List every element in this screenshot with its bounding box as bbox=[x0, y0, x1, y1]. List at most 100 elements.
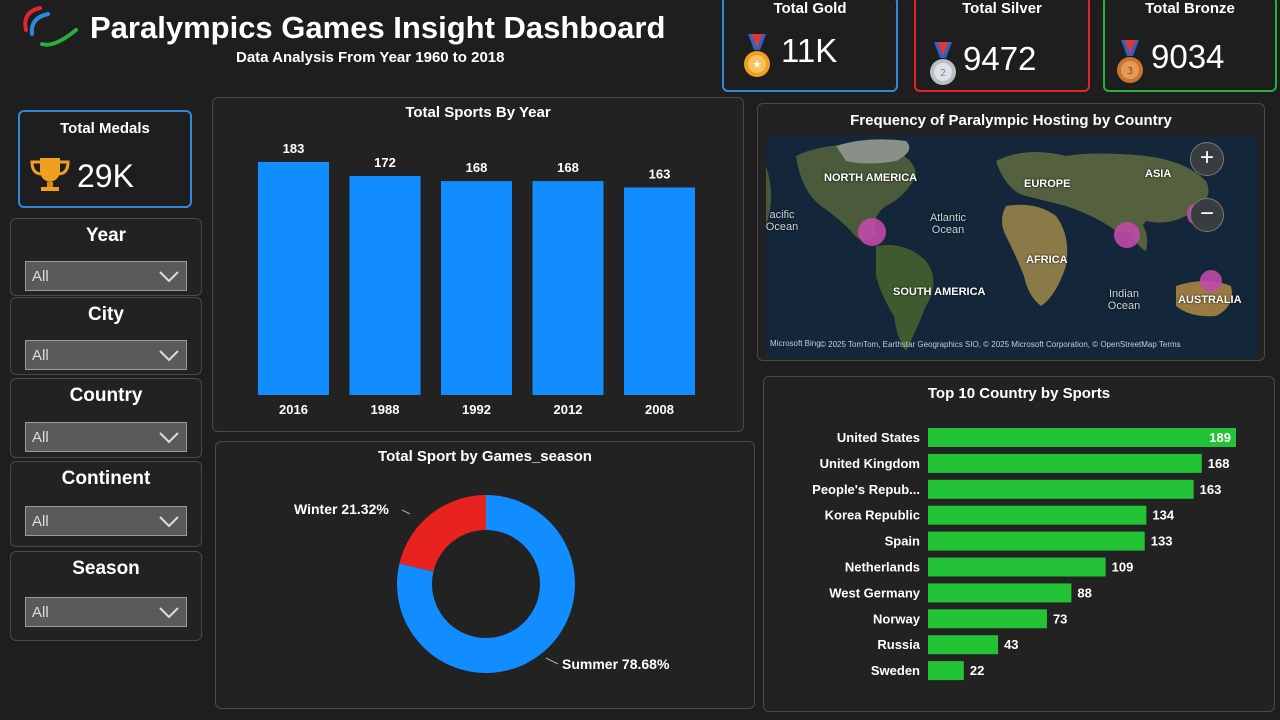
hbar-value-label: 134 bbox=[1152, 508, 1174, 523]
bar-value-label: 168 bbox=[557, 160, 579, 175]
bar-1988[interactable] bbox=[349, 176, 421, 395]
hbar-value-label: 22 bbox=[970, 663, 984, 678]
map-label-australia: AUSTRALIA bbox=[1178, 294, 1242, 306]
season-dropdown-value: All bbox=[32, 604, 49, 621]
year-slicer-title: Year bbox=[85, 225, 127, 246]
continent-dropdown[interactable]: All bbox=[25, 506, 187, 536]
svg-text:2: 2 bbox=[940, 68, 946, 79]
donut-label-winter: Winter 21.32% bbox=[294, 501, 389, 517]
country-label: United Kingdom bbox=[820, 456, 920, 471]
x-tick-label: 1992 bbox=[462, 402, 491, 417]
donut-slice-winter[interactable] bbox=[399, 495, 486, 572]
hbar-value-label: 109 bbox=[1112, 560, 1134, 575]
sport-by-season-chart: Winter 21.32% Summer 78.68% bbox=[294, 495, 670, 673]
season-slicer: Season All bbox=[10, 551, 202, 641]
hbar-value-label: 133 bbox=[1151, 534, 1173, 549]
city-dropdown-value: All bbox=[32, 347, 49, 364]
chevron-down-icon bbox=[159, 350, 179, 362]
minus-icon: − bbox=[1199, 200, 1214, 227]
page-title: Paralympics Games Insight Dashboard bbox=[90, 10, 666, 45]
continent-slicer-title: Continent bbox=[61, 468, 151, 489]
map-attribution[interactable]: © 2025 TomTom, Earthstar Geographics SIO… bbox=[820, 340, 1181, 349]
continent-slicer: Continent All bbox=[10, 461, 202, 547]
world-map-image bbox=[766, 136, 1258, 358]
zoom-out-button[interactable]: − bbox=[1190, 198, 1224, 232]
year-dropdown[interactable]: All bbox=[25, 261, 187, 291]
bar-value-label: 183 bbox=[283, 141, 305, 156]
top-countries-chart: United States 189 United Kingdom 168 People'… bbox=[812, 428, 1236, 681]
hbar-7[interactable] bbox=[928, 609, 1047, 629]
country-label: Sweden bbox=[871, 663, 920, 678]
hosting-map-panel: Frequency of Paralympic Hosting by Count… bbox=[757, 103, 1265, 361]
chevron-down-icon bbox=[159, 607, 179, 619]
season-dropdown[interactable]: All bbox=[25, 597, 187, 627]
country-dropdown-value: All bbox=[32, 429, 49, 446]
hbar-3[interactable] bbox=[928, 505, 1147, 525]
sport-by-season-panel: Total Sport by Games_season Winter 21.32… bbox=[215, 441, 755, 709]
total-bronze-label: Total Bronze bbox=[1145, 0, 1235, 17]
hbar-8[interactable] bbox=[928, 635, 999, 655]
country-slicer: Country All bbox=[10, 378, 202, 458]
country-label: Korea Republic bbox=[825, 508, 920, 523]
country-label: United States bbox=[837, 430, 920, 445]
continent-dropdown-value: All bbox=[32, 513, 49, 530]
leader-line bbox=[545, 657, 559, 665]
sports-by-year-chart: 183 2016 172 1988 168 1992 168 2012 163 2008 bbox=[258, 141, 695, 417]
hbar-5[interactable] bbox=[928, 557, 1106, 577]
bar-value-label: 168 bbox=[466, 160, 488, 175]
city-dropdown[interactable]: All bbox=[25, 340, 187, 370]
bar-value-label: 163 bbox=[649, 166, 671, 181]
bar-1992[interactable] bbox=[441, 181, 512, 395]
total-silver-card[interactable]: Total Silver 2 9472 bbox=[914, 0, 1090, 92]
country-label: West Germany bbox=[829, 585, 921, 600]
chevron-down-icon bbox=[159, 271, 179, 283]
total-gold-label: Total Gold bbox=[773, 0, 847, 17]
map-label-indian: Indian Ocean bbox=[1107, 288, 1141, 312]
hbar-2[interactable] bbox=[928, 479, 1194, 499]
bronze-medal-icon: 3 bbox=[1115, 40, 1145, 91]
total-medals-card[interactable]: Total Medals 29K bbox=[18, 110, 192, 208]
leader-line bbox=[401, 509, 411, 515]
zoom-in-button[interactable]: + bbox=[1190, 142, 1224, 176]
map-label-europe: EUROPE bbox=[1024, 178, 1071, 190]
bar-2008[interactable] bbox=[624, 187, 695, 395]
hbar-9[interactable] bbox=[928, 661, 964, 681]
country-label: Spain bbox=[885, 534, 920, 549]
page-subtitle: Data Analysis From Year 1960 to 2018 bbox=[236, 49, 505, 66]
country-label: People's Repub... bbox=[812, 482, 920, 497]
hbar-6[interactable] bbox=[928, 583, 1072, 603]
hbar-value-label: 163 bbox=[1200, 482, 1222, 497]
country-dropdown[interactable]: All bbox=[25, 422, 187, 452]
bar-2016[interactable] bbox=[258, 162, 329, 395]
hbar-4[interactable] bbox=[928, 531, 1145, 551]
city-slicer-title: City bbox=[88, 304, 124, 325]
gold-medal-icon: ★ bbox=[742, 34, 772, 85]
bar-2012[interactable] bbox=[532, 181, 604, 395]
x-tick-label: 2012 bbox=[554, 402, 583, 417]
total-bronze-value: 9034 bbox=[1151, 38, 1225, 75]
sports-by-year-panel: Total Sports By Year 183 2016 172 1988 168 19… bbox=[212, 97, 744, 432]
plus-icon: + bbox=[1199, 144, 1214, 171]
svg-text:★: ★ bbox=[752, 58, 762, 71]
hosting-bubble[interactable] bbox=[1114, 222, 1140, 248]
total-bronze-card[interactable]: Total Bronze 3 9034 bbox=[1103, 0, 1277, 92]
world-map[interactable]: NORTH AMERICA EUROPE ASIA AFRICA SOUTH A… bbox=[766, 136, 1258, 358]
total-silver-label: Total Silver bbox=[962, 0, 1042, 17]
trophy-icon bbox=[28, 156, 72, 197]
hosting-bubble[interactable] bbox=[858, 218, 886, 246]
total-medals-label: Total Medals bbox=[60, 120, 150, 137]
top-countries-panel: Top 10 Country by Sports United States 18… bbox=[763, 376, 1275, 712]
hosting-bubble[interactable] bbox=[1200, 270, 1222, 292]
hbar-value-label: 168 bbox=[1208, 456, 1230, 471]
country-label: Russia bbox=[877, 637, 920, 652]
map-label-north-america: NORTH AMERICA bbox=[824, 172, 918, 184]
hbar-1[interactable] bbox=[928, 453, 1202, 473]
total-gold-card[interactable]: Total Gold ★ 11K bbox=[722, 0, 898, 92]
total-medals-value: 29K bbox=[77, 158, 134, 194]
hosting-map-title: Frequency of Paralympic Hosting by Count… bbox=[850, 112, 1172, 129]
hbar-0[interactable] bbox=[928, 428, 1236, 447]
hbar-value-label: 189 bbox=[1209, 430, 1231, 445]
hbar-value-label: 43 bbox=[1004, 637, 1018, 652]
svg-text:3: 3 bbox=[1127, 66, 1133, 77]
hbar-value-label: 88 bbox=[1077, 585, 1091, 600]
